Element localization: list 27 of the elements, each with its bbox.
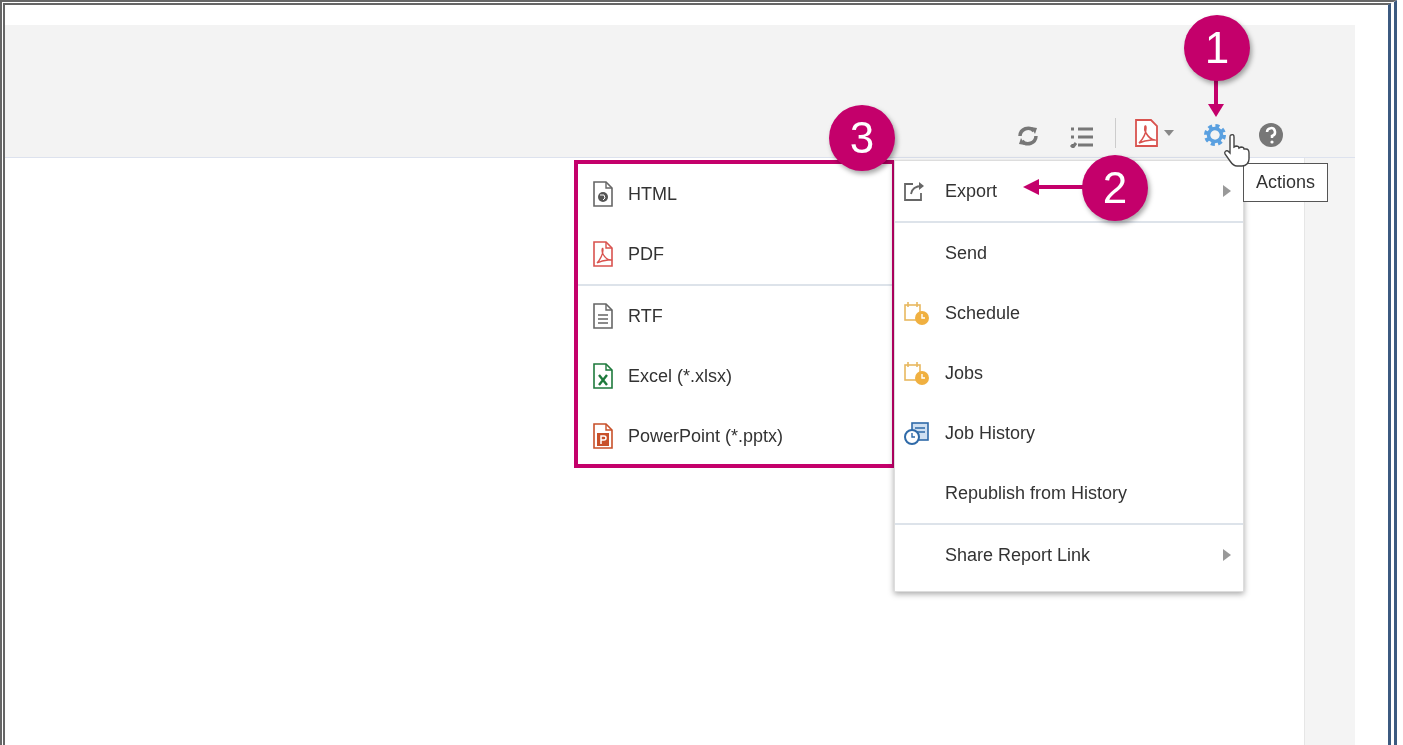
menu-item[interactable]: Export: [895, 161, 998, 221]
menu-item[interactable]: PDF: [578, 224, 664, 284]
menu-item[interactable]: RTF: [578, 286, 663, 346]
menu-item[interactable]: Jobs: [895, 343, 984, 403]
menu-item[interactable]: Republish from History: [895, 463, 1128, 523]
calendar-clock-icon: [903, 300, 931, 326]
callout-arrow: [1206, 80, 1226, 118]
presentation-document-icon: [592, 423, 614, 449]
menu-item[interactable]: Job History: [895, 403, 1036, 463]
menu-item[interactable]: PowerPoint (*.pptx): [578, 406, 784, 466]
text-document-icon: [592, 303, 614, 329]
menu-item[interactable]: Send: [895, 223, 988, 283]
pdf-document-icon: [592, 241, 614, 267]
globe-document-icon: [592, 181, 614, 207]
callout-arrow: [1023, 177, 1083, 197]
refresh-icon[interactable]: [1015, 124, 1041, 148]
calendar-clock-icon: [903, 360, 931, 386]
settings-icon[interactable]: [1202, 122, 1228, 148]
menu-item[interactable]: Excel (*.xlsx): [578, 346, 732, 406]
list-icon[interactable]: [1069, 126, 1095, 148]
spreadsheet-document-icon: [592, 363, 614, 389]
tooltip: Actions: [1243, 163, 1329, 202]
help-icon[interactable]: [1258, 122, 1284, 148]
menu-item[interactable]: Schedule: [895, 283, 1021, 343]
menu-item[interactable]: HTML: [578, 164, 677, 224]
calendar-clock-icon: [903, 420, 931, 446]
menu-item[interactable]: Share Report Link: [895, 525, 1091, 585]
